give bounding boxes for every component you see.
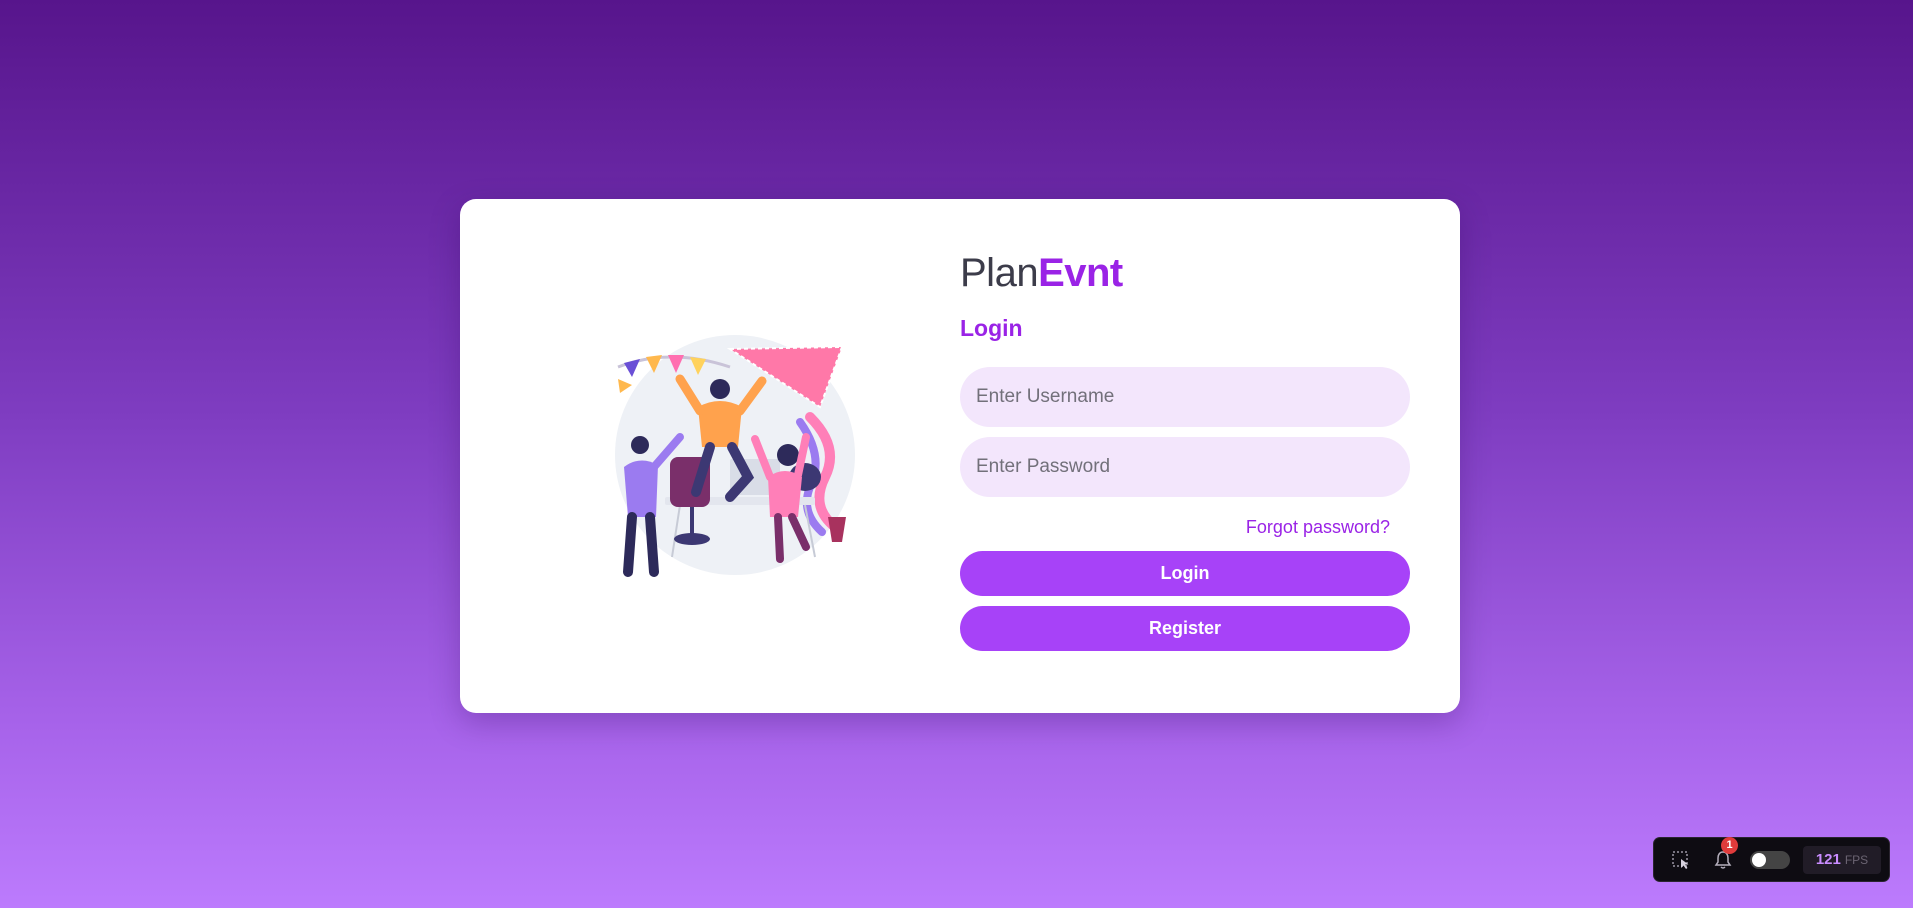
fps-counter: 121 FPS — [1803, 846, 1881, 874]
brand-logo: PlanEvnt — [960, 249, 1410, 297]
forgot-password-link[interactable]: Forgot password? — [1246, 517, 1390, 537]
login-form: PlanEvnt Login Forgot password? Login Re… — [960, 249, 1410, 651]
login-card: PlanEvnt Login Forgot password? Login Re… — [460, 199, 1460, 713]
login-button[interactable]: Login — [960, 551, 1410, 596]
brand-name-plan: Plan — [960, 251, 1039, 295]
forgot-row: Forgot password? — [960, 517, 1410, 541]
party-celebration-illustration — [615, 335, 855, 577]
username-input[interactable] — [960, 367, 1410, 427]
theme-toggle[interactable] — [1750, 851, 1790, 869]
toggle-knob — [1752, 853, 1766, 867]
notification-count-badge: 1 — [1721, 837, 1738, 854]
page-title: Login — [960, 315, 1023, 341]
fps-unit: FPS — [1844, 853, 1869, 867]
cursor-select-icon[interactable] — [1670, 849, 1692, 871]
password-input[interactable] — [960, 437, 1410, 497]
register-button[interactable]: Register — [960, 606, 1410, 651]
fps-value: 121 — [1815, 851, 1841, 868]
brand-name-evnt: Evnt — [1038, 251, 1123, 295]
